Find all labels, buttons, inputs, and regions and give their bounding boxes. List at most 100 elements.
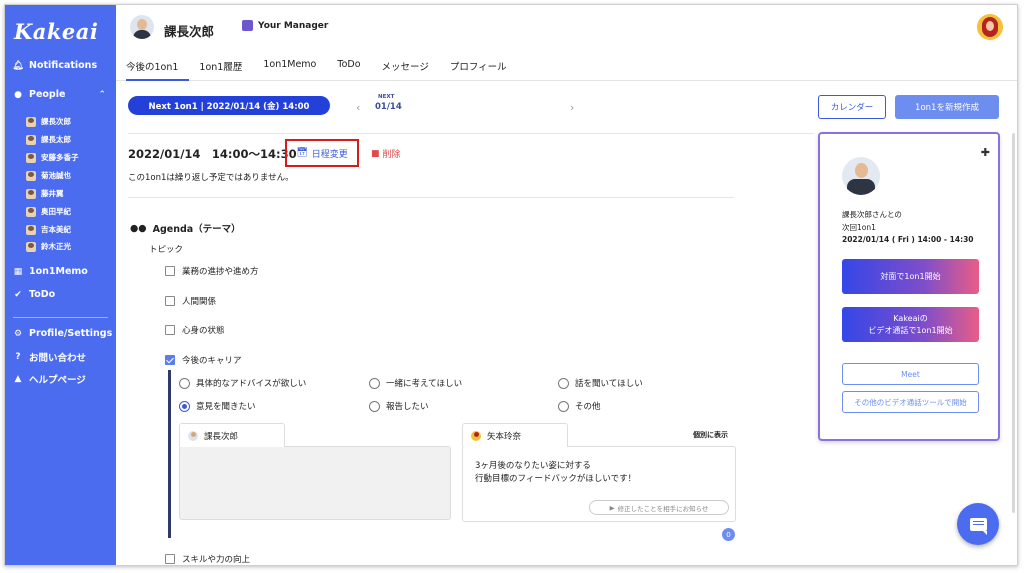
radio-option[interactable]: 話を聞いてほしい: [558, 377, 643, 389]
manager-icon: [242, 20, 253, 31]
meet-button[interactable]: Meet: [842, 363, 979, 385]
radio-option[interactable]: 報告したい: [369, 400, 429, 412]
topic-checkbox[interactable]: スキルや力の向上: [165, 553, 250, 565]
people-item[interactable]: 菊池誠也: [26, 170, 71, 181]
comment-tab-right[interactable]: 矢本玲奈: [462, 423, 568, 447]
avatar: [188, 430, 198, 441]
checkbox[interactable]: [165, 325, 175, 335]
graduation-cap-icon: ▲: [14, 374, 22, 384]
reschedule-button[interactable]: 📅︎ 日程変更: [285, 139, 359, 167]
check-circle-icon: ✔: [14, 289, 22, 300]
sidebar-item-notifications[interactable]: 🔔︎ Notifications: [12, 60, 97, 71]
radio-label: 具体的なアドバイスが欲しい: [196, 379, 307, 389]
memo-icon: ▦: [13, 266, 23, 277]
start-in-person-button[interactable]: 対面で1on1開始: [842, 259, 979, 294]
start-video-button[interactable]: Kakeaiの ビデオ通話で1on1開始: [842, 307, 979, 342]
other-video-tool-button[interactable]: その他のビデオ通話ツールで開始: [842, 391, 979, 413]
comment-text: 3ヶ月後のなりたい姿に対する 行動目標のフィードバックがほしいです！: [475, 460, 636, 486]
manager-badge: Your Manager: [242, 20, 328, 31]
sidebar-item-help[interactable]: ▲ ヘルプページ: [13, 372, 86, 386]
checkbox-checked[interactable]: [165, 355, 175, 365]
people-item[interactable]: 吉本美紀: [26, 224, 71, 235]
chevron-right-icon[interactable]: ›: [570, 101, 574, 114]
sidebar-item-contact[interactable]: ? お問い合わせ: [13, 350, 86, 364]
scrollbar[interactable]: [1012, 133, 1015, 513]
people-item[interactable]: 安藤多香子: [26, 152, 79, 163]
delete-button[interactable]: ■ 削除: [371, 147, 401, 161]
comment-tab-left[interactable]: 課長次郎: [179, 423, 285, 447]
user-avatar[interactable]: [977, 14, 1003, 40]
puzzle-icon[interactable]: ✚: [981, 146, 990, 159]
show-individually-link[interactable]: 個別に表示: [693, 430, 728, 440]
header: 課長次郎 Your Manager 今後の1on1 1on1履歴 1on1Mem…: [116, 5, 1017, 81]
agenda-title: Agenda（テーマ）: [152, 224, 241, 235]
checkbox[interactable]: [165, 554, 175, 564]
reschedule-label: 日程変更: [311, 149, 348, 160]
chevron-up-icon[interactable]: ⌃: [98, 90, 106, 100]
topic-checkbox[interactable]: 業務の進捗や進め方: [165, 265, 259, 277]
tab-memo[interactable]: 1on1Memo: [263, 59, 327, 81]
tab-upcoming[interactable]: 今後の1on1: [126, 59, 190, 81]
sidebar-divider: [13, 317, 108, 318]
sidebar-item-label: ToDo: [29, 289, 56, 300]
kakeai-logo[interactable]: Kakeai: [14, 19, 98, 44]
people-name: 鈴木正光: [41, 242, 71, 251]
sidebar-item-people[interactable]: ● People: [13, 89, 65, 100]
people-name: 課長太郎: [41, 135, 71, 144]
notify-edit-button[interactable]: ▶ 修正したことを相手にお知らせ: [589, 500, 729, 515]
radio[interactable]: [369, 400, 380, 412]
sidebar-item-todo[interactable]: ✔ ToDo: [13, 289, 55, 300]
avatar: [26, 134, 36, 145]
selection-bar: [168, 370, 171, 538]
sidebar-item-memo[interactable]: ▦ 1on1Memo: [13, 266, 88, 277]
tab-profile[interactable]: プロフィール: [450, 59, 518, 81]
chat-button[interactable]: [957, 503, 999, 545]
tab-todo[interactable]: ToDo: [337, 59, 371, 81]
radio-selected[interactable]: [179, 400, 190, 412]
people-item[interactable]: 課長太郎: [26, 134, 71, 145]
topic-text: 人間関係: [182, 297, 217, 307]
radio-option[interactable]: 具体的なアドバイスが欲しい: [179, 377, 306, 389]
topic-checkbox[interactable]: 心身の状態: [165, 324, 225, 336]
topic-text: スキルや力の向上: [182, 555, 251, 565]
next-date[interactable]: 01/14: [375, 102, 402, 112]
chevron-left-icon[interactable]: ‹: [356, 101, 360, 114]
tab-history[interactable]: 1on1履歴: [199, 59, 253, 81]
people-item[interactable]: 奥田早紀: [26, 206, 71, 217]
checkbox[interactable]: [165, 266, 175, 276]
radio[interactable]: [558, 377, 569, 389]
radio[interactable]: [558, 400, 569, 412]
radio[interactable]: [179, 377, 190, 389]
topic-checkbox[interactable]: 人間関係: [165, 295, 216, 307]
button-line: ビデオ通話で1on1開始: [868, 325, 953, 335]
comment-line: 行動目標のフィードバックがほしいです！: [475, 474, 637, 484]
next-1on1-card: ✚ 課長次郎さんとの 次回1on1 2022/01/14 ( Fri ) 14:…: [818, 132, 1000, 441]
calendar-button[interactable]: カレンダー: [818, 95, 886, 119]
people-item[interactable]: 課長次郎: [26, 116, 71, 127]
people-name: 吉本美紀: [41, 225, 71, 234]
radio-option[interactable]: 一緒に考えてほしい: [369, 377, 462, 389]
sidebar-item-label: Profile/Settings: [29, 328, 113, 339]
comment-panel-left[interactable]: [179, 446, 451, 520]
radio-label: 一緒に考えてほしい: [386, 379, 463, 389]
people-name: 課長次郎: [41, 117, 71, 126]
app-window: Kakeai 🔔︎ Notifications ● People ⌃ 課長次郎 …: [4, 4, 1018, 566]
radio-option[interactable]: 意見を聞きたい: [179, 400, 256, 412]
radio-option[interactable]: その他: [558, 400, 601, 412]
people-item[interactable]: 藤井翼: [26, 188, 64, 199]
radio[interactable]: [369, 377, 380, 389]
people-item[interactable]: 鈴木正光: [26, 241, 71, 252]
main-content: 課長次郎 Your Manager 今後の1on1 1on1履歴 1on1Mem…: [116, 5, 1017, 565]
divider: [128, 133, 814, 134]
next-1on1-pill[interactable]: Next 1on1 | 2022/01/14 (金) 14:00: [128, 96, 330, 115]
sidebar-item-label: 1on1Memo: [29, 266, 88, 277]
avatar: [26, 206, 36, 217]
sidebar-item-profile-settings[interactable]: ⚙ Profile/Settings: [13, 328, 112, 339]
avatar: [26, 152, 36, 163]
avatar: [26, 116, 36, 127]
checkbox[interactable]: [165, 296, 175, 306]
tab-messages[interactable]: メッセージ: [382, 59, 440, 81]
question-icon: ?: [15, 352, 21, 362]
create-1on1-button[interactable]: 1on1を新規作成: [895, 95, 999, 119]
topic-checkbox[interactable]: 今後のキャリア: [165, 354, 242, 366]
